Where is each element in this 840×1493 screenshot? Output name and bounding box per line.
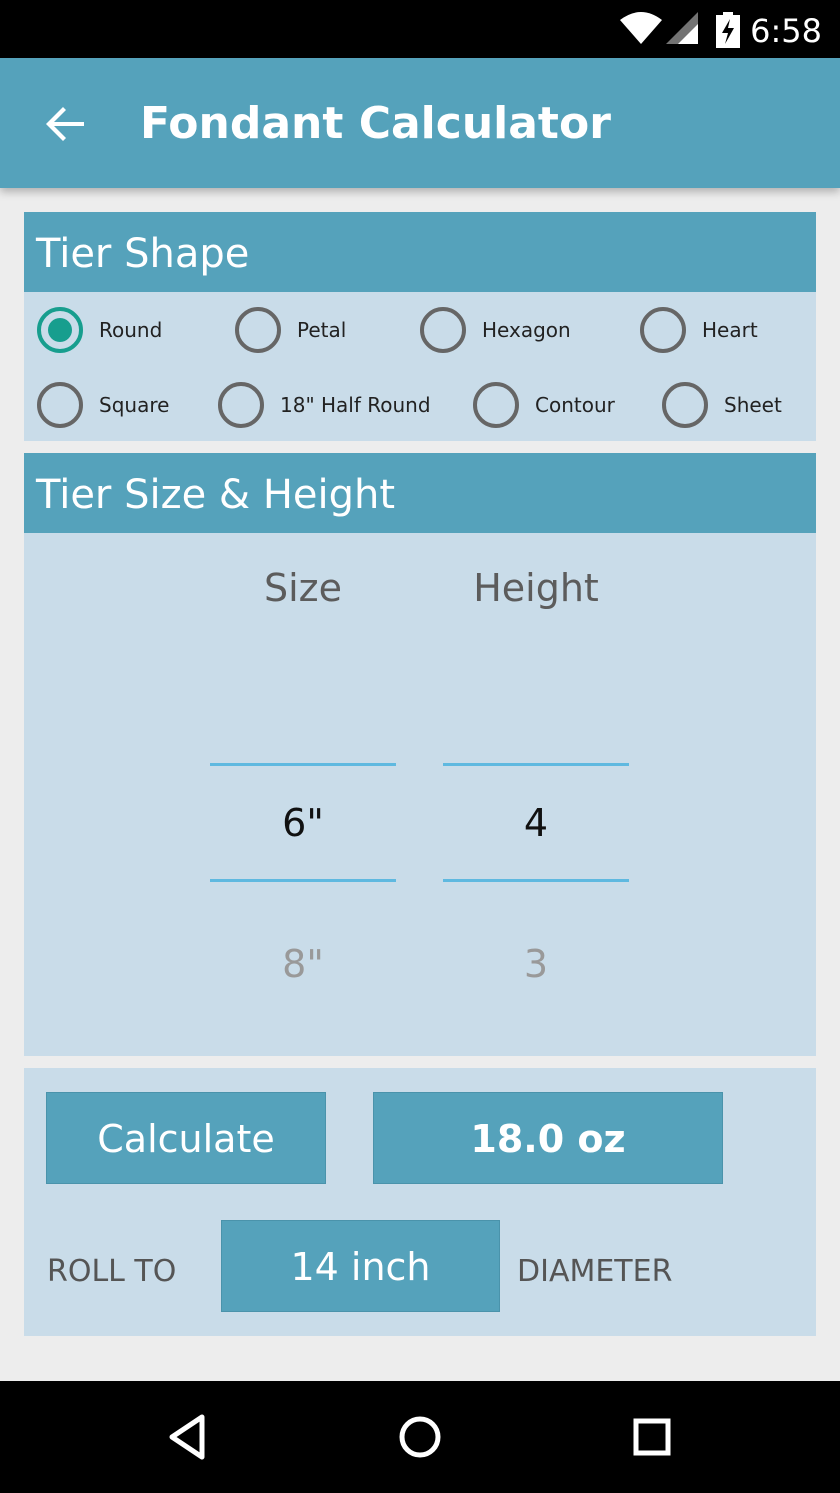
- size-selected-value[interactable]: 6": [210, 801, 396, 845]
- size-picker-bottom-line: [210, 879, 396, 882]
- status-time: 6:58: [750, 12, 822, 50]
- radio-square[interactable]: Square: [37, 382, 169, 428]
- radio-unchecked-icon: [662, 382, 708, 428]
- radio-heart[interactable]: Heart: [640, 307, 758, 353]
- radio-unchecked-icon: [640, 307, 686, 353]
- tier-shape-header: Tier Shape: [24, 212, 816, 292]
- radio-sheet[interactable]: Sheet: [662, 382, 782, 428]
- size-picker-top-line: [210, 763, 396, 766]
- result-amount: 18.0 oz: [373, 1092, 723, 1184]
- radio-label: Round: [99, 318, 163, 342]
- diameter-value: 14 inch: [221, 1220, 500, 1312]
- radio-half-round[interactable]: 18" Half Round: [218, 382, 431, 428]
- height-picker-bottom-line: [443, 879, 629, 882]
- wifi-icon: [620, 12, 662, 44]
- radio-contour[interactable]: Contour: [473, 382, 615, 428]
- radio-unchecked-icon: [218, 382, 264, 428]
- roll-to-label: ROLL TO: [47, 1254, 177, 1289]
- radio-petal[interactable]: Petal: [235, 307, 346, 353]
- tier-size-card: Tier Size & Height: [24, 453, 816, 1056]
- radio-unchecked-icon: [473, 382, 519, 428]
- recents-nav-icon[interactable]: [626, 1411, 678, 1463]
- calculate-button[interactable]: Calculate: [46, 1092, 326, 1184]
- size-next-value[interactable]: 8": [210, 942, 396, 986]
- diameter-label: DIAMETER: [517, 1254, 673, 1289]
- radio-unchecked-icon: [420, 307, 466, 353]
- radio-unchecked-icon: [235, 307, 281, 353]
- height-column-label: Height: [473, 566, 599, 610]
- page-title: Fondant Calculator: [140, 98, 611, 149]
- status-bar: 6:58: [0, 0, 840, 58]
- home-nav-icon[interactable]: [394, 1411, 446, 1463]
- app-bar: Fondant Calculator: [0, 58, 840, 188]
- back-nav-icon[interactable]: [162, 1411, 214, 1463]
- radio-label: 18" Half Round: [280, 393, 431, 417]
- radio-label: Hexagon: [482, 318, 571, 342]
- size-column-label: Size: [263, 566, 342, 610]
- radio-label: Contour: [535, 393, 615, 417]
- radio-label: Square: [99, 393, 170, 417]
- height-selected-value[interactable]: 4: [443, 801, 629, 845]
- navigation-bar: [0, 1381, 840, 1493]
- radio-label: Petal: [297, 318, 347, 342]
- tier-size-header: Tier Size & Height: [24, 453, 816, 533]
- battery-charging-icon: [716, 12, 740, 48]
- radio-checked-icon: [37, 307, 83, 353]
- height-next-value[interactable]: 3: [443, 942, 629, 986]
- radio-label: Sheet: [724, 393, 782, 417]
- back-arrow-icon[interactable]: [42, 100, 90, 148]
- radio-hexagon[interactable]: Hexagon: [420, 307, 571, 353]
- height-picker-top-line: [443, 763, 629, 766]
- signal-icon: [666, 12, 698, 44]
- radio-unchecked-icon: [37, 382, 83, 428]
- radio-round[interactable]: Round: [37, 307, 162, 353]
- radio-label: Heart: [702, 318, 758, 342]
